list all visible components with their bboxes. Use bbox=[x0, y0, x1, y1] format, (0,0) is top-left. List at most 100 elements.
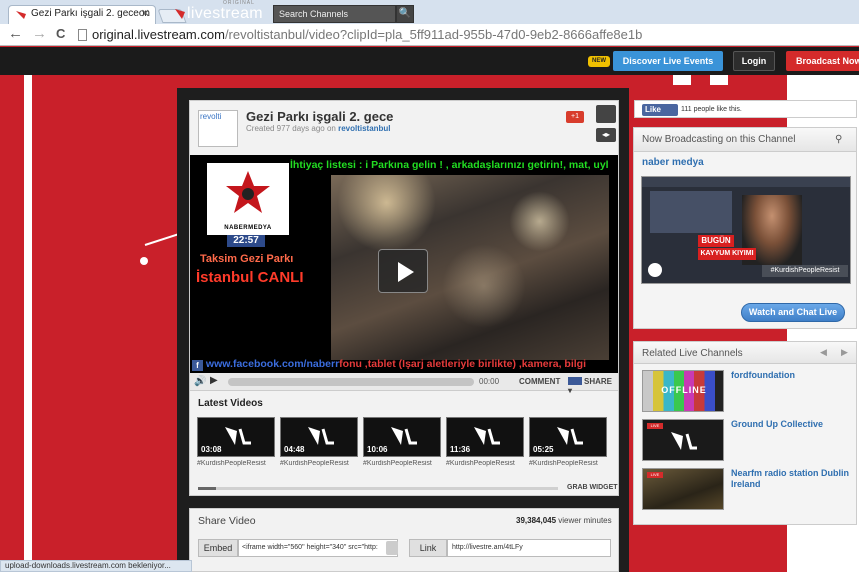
video-duration: 05:25 bbox=[533, 445, 554, 454]
related-thumbnail[interactable]: LIVE bbox=[642, 468, 724, 510]
livestream-logo[interactable]: livestream bbox=[175, 5, 263, 23]
volume-icon[interactable]: 🔊 bbox=[194, 376, 206, 387]
embed-icon[interactable]: ◂▸ bbox=[596, 128, 616, 142]
video-duration: 11:36 bbox=[450, 445, 471, 454]
next-arrow-icon[interactable]: ▶ bbox=[841, 347, 848, 358]
embed-tab[interactable]: Embed bbox=[198, 539, 238, 557]
reload-icon[interactable]: C bbox=[56, 26, 65, 41]
share-icon bbox=[568, 377, 582, 385]
channel-avatar[interactable]: revolti bbox=[198, 110, 238, 147]
watch-and-chat-live-button[interactable]: Watch and Chat Live bbox=[741, 303, 845, 322]
livestream-favicon-icon bbox=[16, 11, 26, 19]
livestream-mark-icon bbox=[671, 432, 697, 450]
play-icon bbox=[398, 262, 414, 282]
background-tick bbox=[710, 75, 728, 85]
latest-scroll-thumb[interactable] bbox=[198, 487, 216, 490]
livestream-mark-icon bbox=[175, 9, 185, 19]
embed-code-field[interactable]: <iframe width="560" height="340" src="ht… bbox=[238, 539, 398, 557]
time-display: 00:00 bbox=[479, 377, 500, 386]
thumbnail-strip bbox=[642, 177, 850, 187]
logo-text: livestream bbox=[187, 5, 263, 22]
broadcast-thumbnail[interactable]: BUGÜN KAYYUM KIYIMI #KurdishPeopleResist bbox=[641, 176, 851, 284]
play-small-icon[interactable]: ▶ bbox=[210, 375, 218, 386]
progress-bar[interactable] bbox=[228, 378, 474, 386]
video-meta: Created 977 days ago on revoltistanbul bbox=[246, 124, 391, 133]
forward-arrow-icon[interactable]: → bbox=[32, 25, 47, 42]
facebook-like-count: 111 people like this. bbox=[681, 106, 742, 113]
latest-video-thumbnail[interactable]: 10:06 bbox=[363, 417, 441, 457]
expand-icon[interactable] bbox=[596, 105, 616, 123]
nabermedya-logo: NABERMEDYA bbox=[207, 163, 289, 235]
latest-scroll-track[interactable] bbox=[198, 487, 558, 490]
broadcasting-channel-name[interactable]: naber medya bbox=[642, 157, 704, 168]
browser-status-bar: upload-downloads.livestream.com bekleniy… bbox=[0, 560, 192, 572]
latest-video-caption[interactable]: #KurdishPeopleResist bbox=[529, 460, 609, 467]
overlay-clock: 22:57 bbox=[227, 235, 265, 247]
back-arrow-icon[interactable]: ← bbox=[8, 25, 23, 42]
thumbnail-panel bbox=[650, 191, 732, 233]
latest-video-caption[interactable]: #KurdishPeopleResist bbox=[197, 460, 277, 467]
browser-tab[interactable]: Gezi Parkı işgali 2. geceon ✕ bbox=[8, 5, 156, 24]
viewer-unit: viewer minutes bbox=[556, 516, 612, 525]
discover-live-events-button[interactable]: Discover Live Events bbox=[613, 51, 723, 71]
ticker-facebook-url: www.facebook.com/naberr bbox=[205, 358, 340, 370]
tab-title: Gezi Parkı işgali 2. geceon bbox=[31, 8, 150, 19]
url-host: original.livestream.com bbox=[92, 27, 225, 42]
now-broadcasting-title: Now Broadcasting on this Channel bbox=[642, 134, 796, 145]
share-button[interactable]: SHARE ▾ bbox=[568, 377, 618, 395]
broadcast-now-button[interactable]: Broadcast Now bbox=[786, 51, 859, 71]
livestream-mark-icon bbox=[391, 427, 417, 445]
video-duration: 03:08 bbox=[201, 445, 222, 454]
live-tag: LIVE bbox=[647, 423, 663, 429]
login-button[interactable]: Login bbox=[733, 51, 775, 71]
comment-button[interactable]: COMMENT bbox=[519, 377, 560, 386]
grab-widget-link[interactable]: GRAB WIDGET bbox=[567, 484, 618, 491]
previous-arrow-icon[interactable]: ◀ bbox=[820, 347, 827, 358]
latest-video-thumbnail[interactable]: 03:08 bbox=[197, 417, 275, 457]
related-channel-name[interactable]: fordfoundation bbox=[731, 370, 851, 381]
latest-videos-title: Latest Videos bbox=[198, 398, 263, 409]
search-channels-input[interactable]: Search Channels bbox=[273, 5, 396, 23]
play-button[interactable] bbox=[378, 249, 428, 293]
nabermedya-logo-text: NABERMEDYA bbox=[224, 225, 272, 231]
search-icon[interactable]: 🔍 bbox=[396, 5, 414, 23]
person-icon: ⚲ bbox=[835, 134, 843, 145]
video-player[interactable]: İhtiyaç listesi : i Parkına gelin ! , ar… bbox=[190, 155, 618, 373]
related-thumbnail[interactable]: OFFLINE bbox=[642, 370, 724, 412]
overlay-ticker-top: İhtiyaç listesi : i Parkına gelin ! , ar… bbox=[290, 159, 609, 171]
google-plus-button[interactable]: +1 bbox=[566, 111, 584, 123]
latest-video-thumbnail[interactable]: 04:48 bbox=[280, 417, 358, 457]
video-frame bbox=[331, 175, 609, 360]
browser-toolbar: ← → C original.livestream.com/revoltista… bbox=[0, 24, 859, 46]
offline-label: OFFLINE bbox=[661, 385, 707, 395]
latest-video-thumbnail[interactable]: 11:36 bbox=[446, 417, 524, 457]
thumbnail-bugun: BUGÜN bbox=[698, 235, 734, 247]
livestream-mark-icon bbox=[474, 427, 500, 445]
latest-video-caption[interactable]: #KurdishPeopleResist bbox=[363, 460, 443, 467]
link-tab[interactable]: Link bbox=[409, 539, 447, 557]
video-title: Gezi Parkı işgali 2. gece bbox=[246, 109, 394, 124]
short-link-field[interactable]: http://livestre.am/4tLFy bbox=[447, 539, 611, 557]
new-badge: NEW bbox=[588, 56, 610, 67]
channel-link[interactable]: revoltistanbul bbox=[338, 124, 390, 133]
facebook-like-button[interactable]: Like bbox=[642, 104, 678, 116]
video-duration: 04:48 bbox=[284, 445, 305, 454]
address-bar[interactable]: original.livestream.com/revoltistanbul/v… bbox=[76, 26, 851, 44]
latest-video-caption[interactable]: #KurdishPeopleResist bbox=[280, 460, 360, 467]
facebook-icon: f bbox=[192, 360, 203, 371]
related-channel-name[interactable]: Nearfm radio station Dublin Ireland bbox=[731, 468, 851, 490]
latest-video-caption[interactable]: #KurdishPeopleResist bbox=[446, 460, 526, 467]
livestream-mark-icon bbox=[225, 427, 251, 445]
thumbnail-hashtag: #KurdishPeopleResist bbox=[762, 265, 848, 277]
related-channel-name[interactable]: Ground Up Collective bbox=[731, 419, 851, 430]
related-channels-title: Related Live Channels bbox=[642, 348, 743, 359]
video-created: Created 977 days ago on bbox=[246, 124, 339, 133]
background-dot bbox=[140, 257, 148, 265]
overlay-live-label: İstanbul CANLI bbox=[196, 269, 304, 286]
tab-close-icon[interactable]: ✕ bbox=[141, 7, 150, 20]
related-thumbnail[interactable]: LIVE bbox=[642, 419, 724, 461]
latest-video-thumbnail[interactable]: 05:25 bbox=[529, 417, 607, 457]
player-controls: 🔊 ▶ 00:00 COMMENT SHARE ▾ bbox=[190, 373, 618, 395]
copy-icon[interactable] bbox=[386, 541, 398, 555]
thumbnail-logo-icon bbox=[648, 263, 662, 277]
